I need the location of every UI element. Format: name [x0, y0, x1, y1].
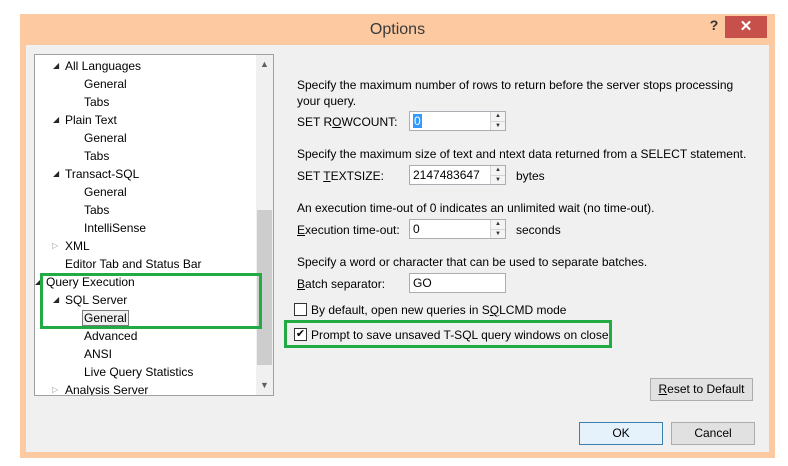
timeout-unit: seconds — [516, 223, 561, 237]
tree-item-label: Transact-SQL — [65, 167, 140, 181]
prompt-save-checkbox[interactable]: ✔ — [294, 328, 307, 341]
ok-button[interactable]: OK — [579, 422, 663, 445]
tree-item-plain-text[interactable]: ◢ Plain Text — [53, 111, 117, 129]
spin-down-icon[interactable]: ▼ — [491, 229, 505, 238]
tree-item-editor-tab-status-bar[interactable]: Editor Tab and Status Bar — [65, 255, 202, 273]
tree-item-label: Live Query Statistics — [84, 365, 194, 379]
tree-item-advanced[interactable]: Advanced — [84, 327, 137, 345]
tree-item-label: Tabs — [84, 203, 110, 217]
close-icon: ✕ — [739, 18, 753, 35]
timeout-label: Execution time-out: — [297, 223, 400, 237]
spin-up-icon[interactable]: ▲ — [491, 166, 505, 175]
sqlcmd-label[interactable]: By default, open new queries in SQLCMD m… — [311, 303, 566, 317]
tree-item-label: Editor Tab and Status Bar — [65, 257, 202, 271]
help-button[interactable]: ? — [706, 17, 722, 37]
timeout-spinner[interactable]: 0 ▲ ▼ — [409, 219, 506, 239]
collapse-arrow-icon[interactable]: ▷ — [52, 381, 58, 395]
tree-item-label: General — [84, 77, 127, 91]
scroll-down-icon[interactable]: ▼ — [256, 377, 273, 394]
tree-item-general[interactable]: General — [84, 129, 127, 147]
rowcount-description: Specify the maximum number of rows to re… — [297, 78, 734, 108]
spin-up-icon[interactable]: ▲ — [491, 112, 505, 121]
batch-label: Batch separator: — [297, 277, 386, 291]
textsize-spinner[interactable]: 2147483647 ▲ ▼ — [409, 165, 506, 185]
spin-down-icon[interactable]: ▼ — [491, 121, 505, 130]
tree-item-label: Analysis Server — [65, 383, 149, 396]
tree-item-live-query-statistics[interactable]: Live Query Statistics — [84, 363, 193, 381]
expand-arrow-icon[interactable]: ◢ — [53, 57, 59, 75]
batch-separator-input[interactable]: GO — [409, 273, 506, 293]
expand-arrow-icon[interactable]: ◢ — [53, 165, 59, 183]
textsize-unit: bytes — [516, 169, 545, 183]
prompt-save-label[interactable]: Prompt to save unsaved T-SQL query windo… — [311, 328, 609, 342]
tree-item-label: Tabs — [84, 95, 110, 109]
tree-item-tabs[interactable]: Tabs — [84, 201, 109, 219]
tree-item-label: General — [84, 185, 127, 199]
tree-item-tabs[interactable]: Tabs — [84, 93, 109, 111]
tree-item-tabs[interactable]: Tabs — [84, 147, 109, 165]
spin-up-icon[interactable]: ▲ — [491, 220, 505, 229]
tree-item-transact-sql[interactable]: ◢ Transact-SQL — [53, 165, 140, 183]
tree-item-analysis-server[interactable]: ▷ Analysis Server — [52, 381, 149, 396]
batch-separator-value[interactable]: GO — [413, 276, 432, 290]
rowcount-label: SET ROWCOUNT: — [297, 115, 398, 129]
title-bar[interactable]: Options ? ✕ — [20, 14, 775, 44]
dialog-title: Options — [369, 21, 426, 38]
reset-to-default-button[interactable]: Reset to Default — [650, 378, 753, 401]
timeout-value[interactable]: 0 — [413, 222, 420, 236]
tree-item-label: XML — [65, 239, 90, 253]
batch-description: Specify a word or character that can be … — [297, 255, 648, 269]
tree-item-label: All Languages — [65, 59, 142, 73]
textsize-description: Specify the maximum size of text and nte… — [297, 147, 747, 161]
tree-item-label: IntelliSense — [84, 221, 147, 235]
tree-scrollbar[interactable]: ▲ ▼ — [256, 55, 273, 395]
checkmark-icon: ✔ — [295, 328, 306, 340]
tree-item-ansi[interactable]: ANSI — [84, 345, 112, 363]
tree-item-label: General — [84, 131, 127, 145]
tree-item-label: Tabs — [84, 149, 110, 163]
tree-item-general[interactable]: General — [84, 183, 127, 201]
tree-item-label: Advanced — [84, 329, 138, 343]
textsize-label: SET TEXTSIZE: — [297, 169, 384, 183]
scroll-up-icon[interactable]: ▲ — [256, 56, 273, 73]
timeout-description: An execution time-out of 0 indicates an … — [297, 201, 655, 215]
spin-down-icon[interactable]: ▼ — [491, 175, 505, 184]
expand-arrow-icon[interactable]: ◢ — [53, 111, 59, 129]
cancel-button[interactable]: Cancel — [671, 422, 755, 445]
rowcount-spinner[interactable]: 0 ▲ ▼ — [409, 111, 506, 131]
tree-item-xml[interactable]: ▷ XML — [52, 237, 90, 255]
tree-item-all-languages[interactable]: ◢ All Languages — [53, 57, 142, 75]
tree-item-label: Plain Text — [65, 113, 117, 127]
tree-item-general[interactable]: General — [84, 75, 127, 93]
sqlcmd-checkbox[interactable] — [294, 303, 307, 316]
rowcount-value[interactable]: 0 — [413, 114, 422, 128]
options-dialog: Options ? ✕ ◢ All Languages General Tabs… — [20, 14, 775, 458]
tree-item-intellisense[interactable]: IntelliSense — [84, 219, 146, 237]
dialog-client-area: ◢ All Languages General Tabs ◢ Plain Tex… — [26, 45, 769, 452]
collapse-arrow-icon[interactable]: ▷ — [52, 237, 58, 255]
tree-item-label: ANSI — [84, 347, 113, 361]
options-tree[interactable]: ◢ All Languages General Tabs ◢ Plain Tex… — [34, 54, 274, 396]
textsize-value[interactable]: 2147483647 — [413, 168, 480, 182]
close-button[interactable]: ✕ — [725, 16, 767, 38]
highlight-box-tree — [40, 273, 262, 329]
